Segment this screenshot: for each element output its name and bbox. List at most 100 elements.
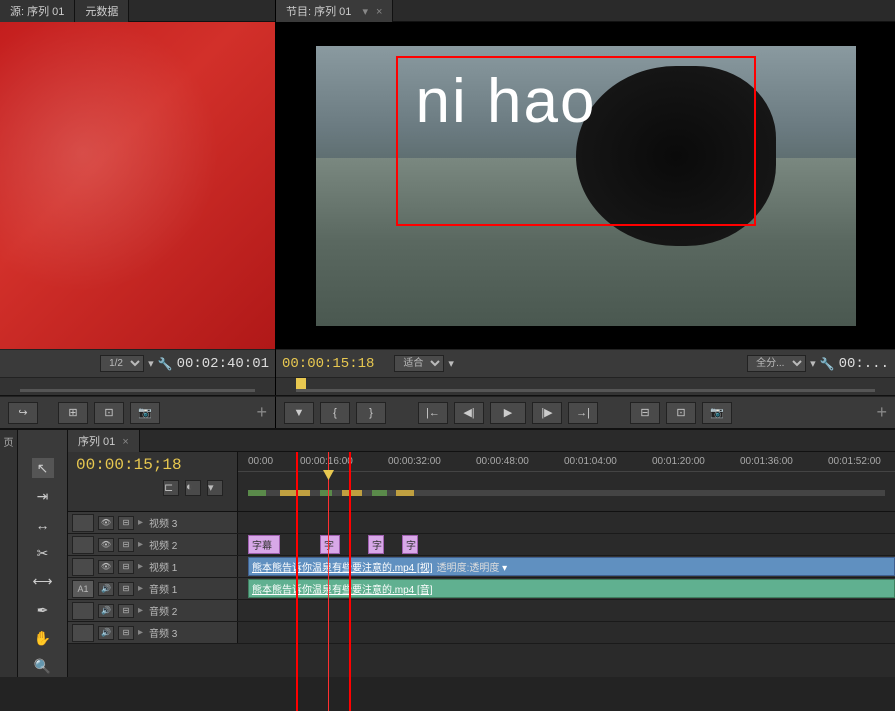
go-to-in-button[interactable]: |←	[418, 402, 448, 424]
subtitle-clip[interactable]: 字	[320, 535, 340, 554]
ruler-tick: 00:01:20:00	[652, 456, 705, 467]
track-label: 视频 2	[149, 537, 177, 552]
zoom-tool[interactable]: 🔍	[32, 657, 54, 677]
plus-icon[interactable]: +	[876, 402, 887, 423]
selection-tool[interactable]: ↖	[32, 458, 54, 478]
eye-icon[interactable]: 👁	[98, 516, 114, 530]
speaker-icon[interactable]: 🔊	[98, 604, 114, 618]
step-forward-button[interactable]: |▶	[532, 402, 562, 424]
extract-button[interactable]: ⊡	[666, 402, 696, 424]
close-icon[interactable]: ×	[376, 6, 382, 18]
lock-icon[interactable]: ⊟	[118, 516, 134, 530]
snap-toggle[interactable]: ⊏	[163, 480, 179, 496]
timeline-tracks: 👁 ⊟ ▸ 视频 3 👁 ⊟ ▸ 视频 2 字幕 字	[68, 512, 895, 677]
sequence-tab[interactable]: 序列 01 ×	[68, 430, 140, 452]
track-patch[interactable]	[72, 602, 94, 620]
step-back-button[interactable]: ◀|	[454, 402, 484, 424]
overwrite-button[interactable]: ⊡	[94, 402, 124, 424]
plus-icon[interactable]: +	[256, 402, 267, 423]
playhead[interactable]	[328, 452, 329, 711]
expand-icon[interactable]: ▸	[138, 517, 143, 528]
metadata-tab[interactable]: 元数据	[75, 0, 129, 22]
expand-icon[interactable]: ▸	[138, 539, 143, 550]
source-mini-timeline[interactable]	[0, 377, 275, 395]
track-a2: 🔊 ⊟ ▸ 音频 2	[68, 600, 895, 622]
video-clip[interactable]: 熊本熊告诉你温泉有些要注意的.mp4 [视]透明度:透明度 ▾	[248, 557, 895, 576]
expand-icon[interactable]: ▸	[138, 561, 143, 572]
mark-in-button[interactable]: {	[320, 402, 350, 424]
wrench-icon[interactable]: 🔧	[820, 357, 835, 371]
lock-icon[interactable]: ⊟	[118, 582, 134, 596]
play-button[interactable]: ▶	[490, 402, 526, 424]
track-patch[interactable]	[72, 514, 94, 532]
source-transport: ↪ ⊞ ⊡ 📷 +	[0, 396, 276, 428]
program-fit-select[interactable]: 适合	[394, 355, 444, 372]
expand-icon[interactable]: ▸	[138, 605, 143, 616]
export-frame-button[interactable]: 📷	[702, 402, 732, 424]
program-tab[interactable]: 节目: 序列 01 ▾×	[276, 0, 393, 22]
razor-tool[interactable]: ✂	[32, 543, 54, 563]
hand-tool[interactable]: ✋	[32, 628, 54, 648]
track-patch[interactable]	[72, 624, 94, 642]
source-monitor-panel: 源: 序列 01 元数据 1/2 ▾ 🔧 00:02:40:01	[0, 0, 276, 395]
program-mini-timeline[interactable]	[276, 377, 895, 395]
track-patch[interactable]	[72, 536, 94, 554]
source-zoom-select[interactable]: 1/2	[100, 355, 144, 372]
go-to-out-button[interactable]: →|	[568, 402, 598, 424]
lock-icon[interactable]: ⊟	[118, 538, 134, 552]
track-a1: A1 🔊 ⊟ ▸ 音频 1 熊本熊告诉你温泉有些要注意的.mp4 [音]	[68, 578, 895, 600]
track-patch[interactable]	[72, 558, 94, 576]
pen-tool[interactable]: ✒	[32, 600, 54, 620]
side-panel-tab[interactable]: 页	[0, 430, 18, 677]
eye-icon[interactable]: 👁	[98, 560, 114, 574]
title-overlay-text: ni hao	[416, 66, 597, 137]
subtitle-clip[interactable]: 字	[402, 535, 418, 554]
program-timecode[interactable]: 00:00:15:18	[282, 356, 374, 372]
panel-menu-icon[interactable]: ▾	[358, 6, 372, 18]
program-quality-select[interactable]: 全分...	[747, 355, 806, 372]
ruler-tick: 00:00:48:00	[476, 456, 529, 467]
timeline-timecode[interactable]: 00:00:15;18	[76, 456, 229, 474]
track-label: 音频 2	[149, 603, 177, 618]
expand-icon[interactable]: ▸	[138, 627, 143, 638]
track-label: 视频 1	[149, 559, 177, 574]
add-marker-button[interactable]: ▼	[284, 402, 314, 424]
track-patch-a1[interactable]: A1	[72, 580, 94, 598]
ruler-tick: 00:00	[248, 456, 273, 467]
lock-icon[interactable]: ⊟	[118, 604, 134, 618]
eye-icon[interactable]: 👁	[98, 538, 114, 552]
marker-toggle[interactable]: ▾	[207, 480, 223, 496]
program-viewer[interactable]: ni hao	[276, 22, 895, 349]
subtitle-clip[interactable]: 字幕	[248, 535, 280, 554]
subtitle-clip[interactable]: 字	[368, 535, 384, 554]
mark-out-button[interactable]: }	[356, 402, 386, 424]
source-viewer[interactable]	[0, 22, 275, 349]
ripple-edit-tool[interactable]: ↔	[32, 515, 54, 535]
source-timecode[interactable]: 00:02:40:01	[177, 356, 269, 372]
timeline-ruler[interactable]: 00:00 00:00:16:00 00:00:32:00 00:00:48:0…	[238, 452, 895, 511]
wrench-icon[interactable]: 🔧	[158, 357, 173, 371]
track-a3: 🔊 ⊟ ▸ 音频 3	[68, 622, 895, 644]
mark-in-button[interactable]: ↪	[8, 402, 38, 424]
slip-tool[interactable]: ⟷	[32, 572, 54, 592]
speaker-icon[interactable]: 🔊	[98, 582, 114, 596]
program-transport: ▼ { } |← ◀| ▶ |▶ →| ⊟ ⊡ 📷 +	[276, 396, 895, 428]
insert-button[interactable]: ⊞	[58, 402, 88, 424]
speaker-icon[interactable]: 🔊	[98, 626, 114, 640]
lock-icon[interactable]: ⊟	[118, 626, 134, 640]
audio-clip[interactable]: 熊本熊告诉你温泉有些要注意的.mp4 [音]	[248, 579, 895, 598]
timeline-tab-bar: 序列 01 ×	[68, 430, 895, 452]
program-monitor-panel: 节目: 序列 01 ▾× ni hao 00:00:15:18 适合 ▾ 全分.…	[276, 0, 895, 395]
chevron-down-icon: ▾	[448, 357, 454, 370]
track-select-tool[interactable]: ⇥	[32, 486, 54, 506]
source-tab[interactable]: 源: 序列 01	[0, 0, 75, 22]
export-frame-button[interactable]: 📷	[130, 402, 160, 424]
close-icon[interactable]: ×	[119, 436, 128, 448]
lift-button[interactable]: ⊟	[630, 402, 660, 424]
lock-icon[interactable]: ⊟	[118, 560, 134, 574]
chevron-down-icon: ▾	[148, 357, 154, 370]
expand-icon[interactable]: ▸	[138, 583, 143, 594]
track-label: 音频 3	[149, 625, 177, 640]
linked-selection-toggle[interactable]: ◐	[185, 480, 201, 496]
program-controls-bar: 00:00:15:18 适合 ▾ 全分... ▾ 🔧 00:...	[276, 349, 895, 377]
